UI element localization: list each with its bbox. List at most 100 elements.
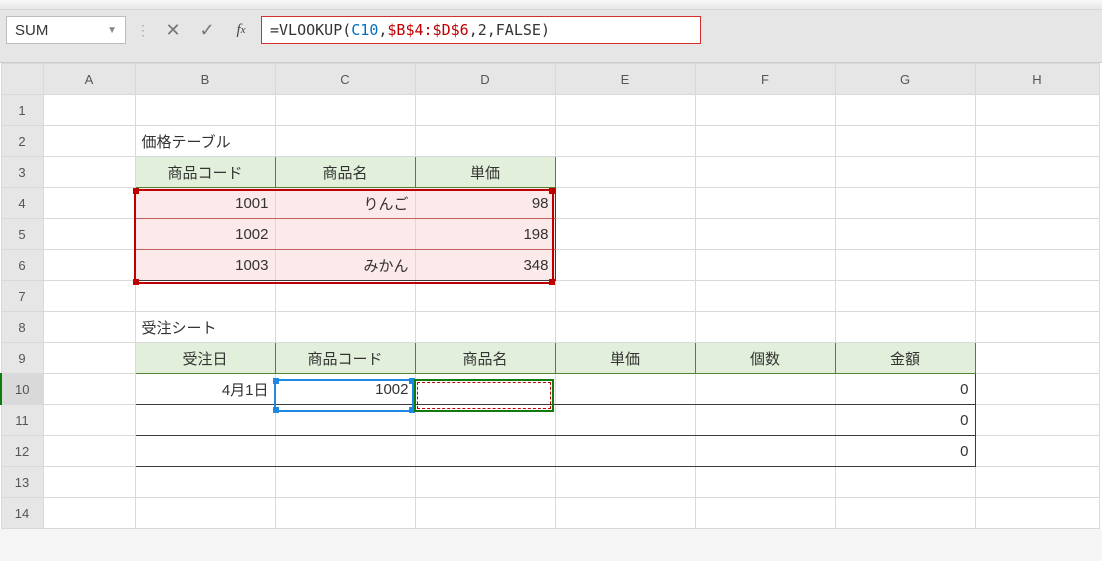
cell[interactable]: [555, 95, 695, 126]
cell[interactable]: [43, 467, 135, 498]
row-header[interactable]: 6: [1, 250, 43, 281]
cell[interactable]: [43, 405, 135, 436]
cell[interactable]: [975, 219, 1099, 250]
cell[interactable]: [695, 157, 835, 188]
cell[interactable]: [275, 436, 415, 467]
cell[interactable]: [695, 498, 835, 529]
cell[interactable]: [555, 374, 695, 405]
cell[interactable]: 1003: [135, 250, 275, 281]
price-table-title[interactable]: 価格テーブル: [135, 126, 275, 157]
cell[interactable]: [975, 157, 1099, 188]
select-all-corner[interactable]: [1, 64, 43, 95]
cell[interactable]: [43, 374, 135, 405]
cell[interactable]: [975, 343, 1099, 374]
cell[interactable]: [975, 95, 1099, 126]
cell[interactable]: 98: [415, 188, 555, 219]
cell[interactable]: [555, 281, 695, 312]
cell[interactable]: [43, 95, 135, 126]
cell[interactable]: [835, 498, 975, 529]
cell[interactable]: [43, 250, 135, 281]
cell[interactable]: [835, 157, 975, 188]
cell[interactable]: [275, 95, 415, 126]
cell-active[interactable]: [415, 374, 555, 405]
hdr-name2[interactable]: 商品名: [415, 343, 555, 374]
row-header[interactable]: 9: [1, 343, 43, 374]
row-header[interactable]: 12: [1, 436, 43, 467]
cell[interactable]: [555, 188, 695, 219]
cell[interactable]: [43, 436, 135, 467]
cell[interactable]: みかん: [275, 250, 415, 281]
cell[interactable]: [275, 281, 415, 312]
row-header[interactable]: 2: [1, 126, 43, 157]
cell[interactable]: 1001: [135, 188, 275, 219]
hdr-qty[interactable]: 個数: [695, 343, 835, 374]
cell[interactable]: [975, 126, 1099, 157]
cell[interactable]: [555, 157, 695, 188]
name-box[interactable]: SUM ▼: [6, 16, 126, 44]
cell[interactable]: [415, 312, 555, 343]
cell[interactable]: [555, 219, 695, 250]
col-header-E[interactable]: E: [555, 64, 695, 95]
row-header[interactable]: 4: [1, 188, 43, 219]
cell[interactable]: [135, 467, 275, 498]
hdr-date[interactable]: 受注日: [135, 343, 275, 374]
cell[interactable]: [975, 405, 1099, 436]
cell[interactable]: [43, 157, 135, 188]
cell[interactable]: [415, 281, 555, 312]
hdr-name[interactable]: 商品名: [275, 157, 415, 188]
fx-button[interactable]: fx: [227, 16, 255, 44]
col-header-H[interactable]: H: [975, 64, 1099, 95]
cell[interactable]: [43, 312, 135, 343]
cell[interactable]: 1002: [135, 219, 275, 250]
row-header[interactable]: 11: [1, 405, 43, 436]
cancel-button[interactable]: ✕: [159, 16, 187, 44]
cell[interactable]: 4月1日: [135, 374, 275, 405]
spreadsheet-grid[interactable]: A B C D E F G H 1 2価格テーブル 3商品コード商品名単価 41…: [0, 63, 1102, 529]
col-header-B[interactable]: B: [135, 64, 275, 95]
cell[interactable]: [695, 436, 835, 467]
cell[interactable]: [835, 188, 975, 219]
col-header-F[interactable]: F: [695, 64, 835, 95]
cell[interactable]: [43, 281, 135, 312]
row-header[interactable]: 10: [1, 374, 43, 405]
cell[interactable]: [555, 498, 695, 529]
cell[interactable]: [835, 95, 975, 126]
cell[interactable]: [835, 250, 975, 281]
row-header[interactable]: 13: [1, 467, 43, 498]
cell[interactable]: [555, 250, 695, 281]
cell[interactable]: [695, 281, 835, 312]
cell[interactable]: [555, 126, 695, 157]
formula-input[interactable]: =VLOOKUP(C10,$B$4:$D$6,2,FALSE): [261, 16, 701, 44]
cell[interactable]: [43, 219, 135, 250]
hdr-code2[interactable]: 商品コード: [275, 343, 415, 374]
row-header[interactable]: 1: [1, 95, 43, 126]
cell[interactable]: [835, 219, 975, 250]
cell[interactable]: [275, 126, 415, 157]
col-header-D[interactable]: D: [415, 64, 555, 95]
cell[interactable]: 1002: [275, 374, 415, 405]
cell[interactable]: 348: [415, 250, 555, 281]
cell[interactable]: [415, 498, 555, 529]
cell[interactable]: 198: [415, 219, 555, 250]
cell[interactable]: [695, 219, 835, 250]
col-header-C[interactable]: C: [275, 64, 415, 95]
cell[interactable]: [835, 126, 975, 157]
cell[interactable]: [975, 467, 1099, 498]
cell[interactable]: 0: [835, 374, 975, 405]
row-header[interactable]: 14: [1, 498, 43, 529]
cell[interactable]: [43, 498, 135, 529]
name-box-dropdown-icon[interactable]: ▼: [107, 25, 117, 36]
hdr-code[interactable]: 商品コード: [135, 157, 275, 188]
cell[interactable]: [555, 312, 695, 343]
cell[interactable]: [835, 467, 975, 498]
cell[interactable]: [695, 250, 835, 281]
cell[interactable]: [135, 405, 275, 436]
cell[interactable]: 0: [835, 405, 975, 436]
cell[interactable]: [975, 281, 1099, 312]
cell[interactable]: [275, 312, 415, 343]
row-header[interactable]: 7: [1, 281, 43, 312]
cell[interactable]: [135, 281, 275, 312]
cell[interactable]: [975, 312, 1099, 343]
cell[interactable]: [835, 281, 975, 312]
cell[interactable]: [975, 188, 1099, 219]
